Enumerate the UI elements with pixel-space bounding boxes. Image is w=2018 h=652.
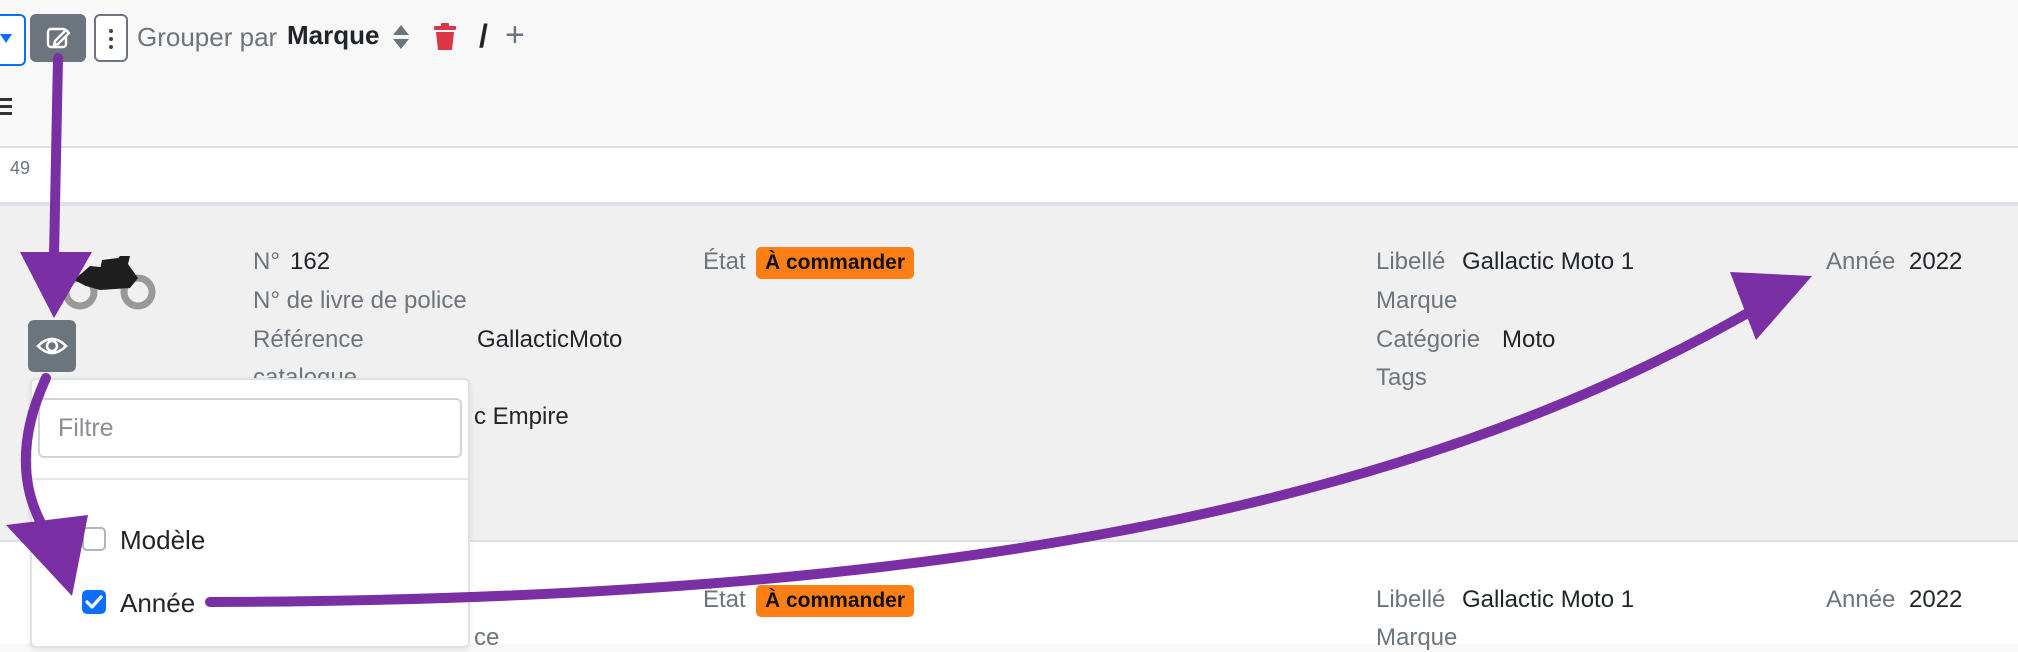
- result-count: 49: [10, 158, 31, 178]
- sort-icon[interactable]: [392, 24, 410, 50]
- year-value: 2022: [1909, 248, 1963, 275]
- supplier-value: c Empire: [474, 403, 569, 430]
- category-value: Moto: [1502, 326, 1556, 353]
- column-option-modele[interactable]: Modèle: [80, 524, 440, 556]
- more-options-button[interactable]: [94, 14, 128, 62]
- state-label: État: [703, 586, 746, 613]
- status-badge: À commander: [756, 247, 915, 279]
- divider: [32, 478, 468, 480]
- brand-label: Marque: [1376, 287, 1458, 314]
- menu-icon[interactable]: [0, 98, 12, 116]
- reference-label: Référence: [253, 326, 364, 353]
- column-visibility-button[interactable]: [28, 320, 76, 372]
- trash-icon[interactable]: [433, 23, 457, 51]
- motorcycle-icon: [62, 256, 156, 310]
- number-label: N°: [253, 248, 280, 275]
- category-label: Catégorie: [1376, 326, 1481, 353]
- column-option-label: Modèle: [120, 525, 206, 555]
- filter-dropdown-button[interactable]: [0, 14, 26, 66]
- libelle-value: Gallactic Moto 1: [1462, 248, 1635, 275]
- column-option-annee[interactable]: Année: [80, 587, 440, 619]
- tags-label: Tags: [1376, 364, 1427, 391]
- police-book-label: N° de livre de police: [253, 287, 467, 314]
- brand-label: Marque: [1376, 624, 1458, 651]
- number-value: 162: [290, 248, 331, 275]
- status-badge: À commander: [756, 585, 915, 617]
- reference-value: GallacticMoto: [477, 326, 623, 353]
- police-book-label: ce: [474, 624, 500, 651]
- group-by-label: Grouper par: [137, 22, 278, 52]
- year-label: Année: [1826, 248, 1896, 275]
- checkbox[interactable]: [82, 527, 106, 551]
- check-icon: [85, 595, 103, 609]
- state-label: État: [703, 248, 746, 275]
- group-by-select[interactable]: Marque: [287, 20, 379, 51]
- add-group-button[interactable]: +: [505, 16, 525, 55]
- filter-input[interactable]: [38, 398, 462, 458]
- list-header: [0, 148, 2018, 204]
- column-option-label: Année: [120, 588, 196, 618]
- libelle-value: Gallactic Moto 1: [1462, 586, 1635, 613]
- group-separator: /: [479, 18, 488, 54]
- year-value: 2022: [1909, 586, 1963, 613]
- libelle-label: Libellé: [1376, 586, 1446, 613]
- edit-icon: [46, 27, 71, 49]
- year-label: Année: [1826, 586, 1896, 613]
- eye-icon: [36, 337, 68, 355]
- edit-button[interactable]: [30, 14, 86, 62]
- checkbox-checked[interactable]: [82, 590, 106, 614]
- libelle-label: Libellé: [1376, 248, 1446, 275]
